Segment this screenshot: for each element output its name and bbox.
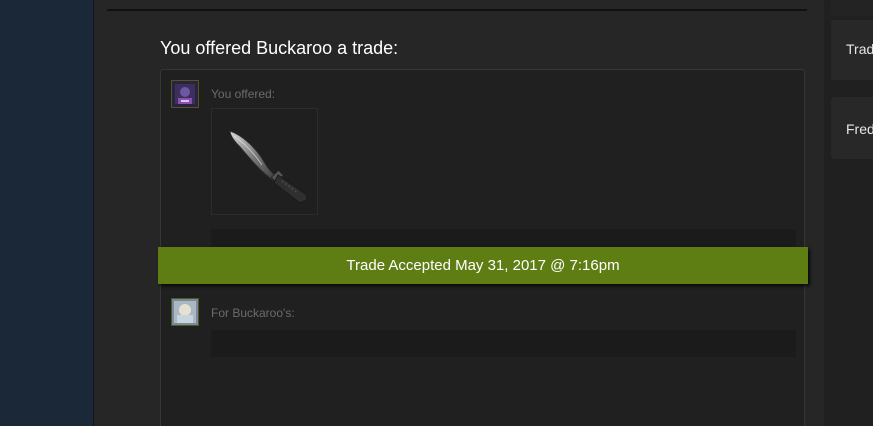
offered-item-slot[interactable] [211,108,318,215]
trade-status-text: Trade Accepted May 31, 2017 @ 7:16pm [346,257,620,274]
my-avatar[interactable] [171,80,199,108]
user-avatar-icon [172,81,198,107]
left-side-panel [0,0,93,426]
sidebar-card-trades[interactable]: Trad [831,20,873,80]
partner-avatar-icon [172,299,198,325]
trade-status-banner: Trade Accepted May 31, 2017 @ 7:16pm [158,247,808,284]
top-divider [107,9,807,11]
sidebar-card-label: Trad [846,41,873,57]
sidebar-card-label: Fred [846,121,873,137]
sidebar-card-top [831,0,873,16]
knife-icon [229,130,308,204]
offered-items-tray [211,229,796,247]
partner-items-tray [211,330,796,357]
for-partner-label: For Buckaroo's: [211,306,295,320]
trade-heading: You offered Buckaroo a trade: [160,38,399,58]
partner-avatar[interactable] [171,298,199,326]
you-offered-label: You offered: [211,87,276,101]
sidebar-card-friends[interactable]: Fred [831,97,873,159]
